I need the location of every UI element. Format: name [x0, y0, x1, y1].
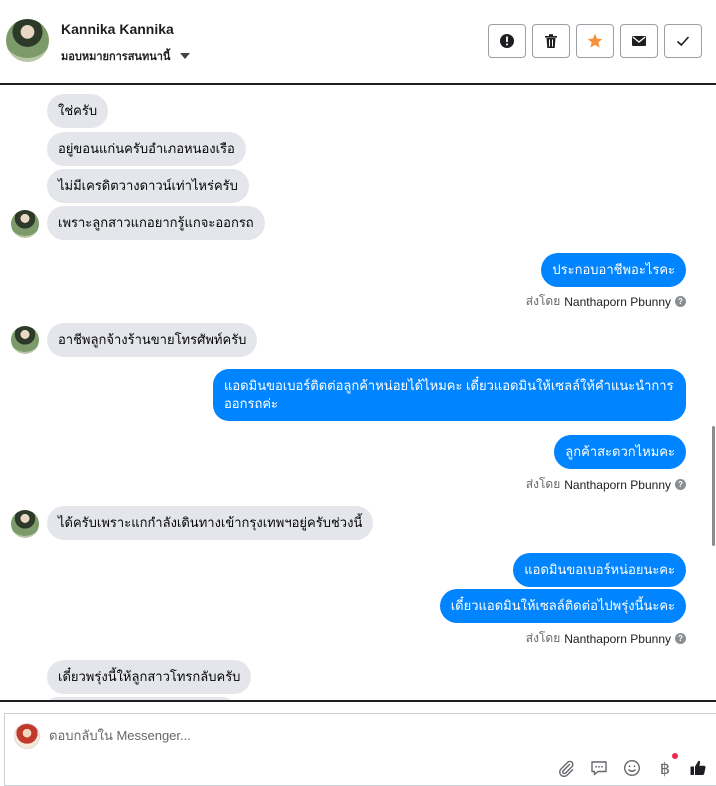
paperclip-icon[interactable] [556, 758, 576, 778]
trash-icon [545, 34, 557, 48]
contact-avatar [11, 510, 39, 538]
conversation-toolbar [488, 24, 702, 58]
sent-by-label: ส่งโดย Nanthaporn Pbunny ? [526, 292, 686, 311]
sent-by-prefix: ส่งโดย [525, 631, 561, 645]
sent-by-label: ส่งโดย Nanthaporn Pbunny ? [526, 629, 686, 648]
baht-payment-icon[interactable]: ฿ [655, 753, 678, 778]
agent-name[interactable]: Nanthaporn Pbunny [564, 478, 671, 492]
conversation-header: Kannika Kannika มอบหมายการสนทนานี้ [0, 0, 716, 85]
star-button[interactable] [576, 24, 614, 58]
incoming-message[interactable]: ใช่ครับ [47, 94, 109, 128]
thread-scrollbar[interactable] [712, 426, 715, 546]
saved-reply-icon[interactable] [589, 758, 609, 778]
agent-name[interactable]: Nanthaporn Pbunny [564, 632, 671, 646]
outgoing-message[interactable]: เดี๋ยวแอดมินให้เซลล์ติดต่อไปพรุ่งนี้นะคะ [439, 589, 686, 623]
outgoing-message[interactable]: ลูกค้าสะดวกไหมคะ [554, 435, 686, 469]
incoming-message[interactable]: อยู่ขอนแก่นครับอำเภอหนองเรือ [47, 132, 246, 166]
question-icon[interactable]: ? [675, 296, 686, 307]
reply-input[interactable] [49, 728, 609, 743]
incoming-message[interactable]: เพราะลูกสาวแกอยากรู้แกจะออกรถ [47, 206, 265, 240]
outgoing-message[interactable]: ประกอบอาชีพอะไรคะ [541, 253, 686, 287]
sent-by-label: ส่งโดย Nanthaporn Pbunny ? [526, 475, 686, 494]
composer-actions: ฿ [556, 753, 708, 778]
mark-unread-button[interactable] [620, 24, 658, 58]
emoji-icon[interactable] [622, 758, 642, 778]
thumbs-up-icon[interactable] [688, 758, 708, 778]
incoming-message[interactable]: ได้ครับเพราะแกกำลังเดินทางเข้ากรุงเทพฯอย… [47, 506, 374, 540]
assign-label: มอบหมายการสนทนานี้ [61, 51, 171, 63]
incoming-message-partial[interactable] [47, 697, 233, 700]
sent-by-prefix: ส่งโดย [525, 477, 561, 491]
report-button[interactable] [488, 24, 526, 58]
agent-name[interactable]: Nanthaporn Pbunny [564, 295, 671, 309]
message-thread[interactable]: ใช่ครับ อยู่ขอนแก่นครับอำเภอหนองเรือ ไม่… [0, 86, 716, 702]
star-icon [587, 33, 603, 48]
envelope-icon [632, 36, 646, 46]
question-icon[interactable]: ? [675, 633, 686, 644]
mark-done-button[interactable] [664, 24, 702, 58]
check-icon [676, 36, 690, 47]
incoming-message[interactable]: เดี๋ยวพรุ่งนี้ให้ลูกสาวโทรกลับครับ [47, 660, 252, 694]
contact-avatar[interactable] [6, 19, 49, 62]
outgoing-message[interactable]: แอดมินขอเบอร์หน่อยนะคะ [513, 553, 686, 587]
question-icon[interactable]: ? [675, 479, 686, 490]
sent-by-prefix: ส่งโดย [525, 294, 561, 308]
incoming-message[interactable]: อาชีพลูกจ้างร้านขายโทรศัพท์ครับ [47, 323, 258, 357]
page-avatar [14, 723, 40, 749]
notification-dot [672, 753, 678, 759]
delete-button[interactable] [532, 24, 570, 58]
caret-down-icon [180, 53, 191, 59]
contact-avatar [11, 210, 39, 238]
assign-conversation-dropdown[interactable]: มอบหมายการสนทนานี้ [61, 47, 191, 65]
exclamation-icon [500, 34, 514, 48]
reply-composer: ฿ [4, 713, 716, 786]
contact-avatar [11, 326, 39, 354]
outgoing-message[interactable]: แอดมินขอเบอร์ติดต่อลูกค้าหน่อยได้ไหมคะ เ… [213, 369, 686, 421]
incoming-message[interactable]: ไม่มีเครดิตวางดาวน์เท่าไหร่ครับ [47, 169, 249, 203]
contact-name[interactable]: Kannika Kannika [61, 21, 174, 37]
